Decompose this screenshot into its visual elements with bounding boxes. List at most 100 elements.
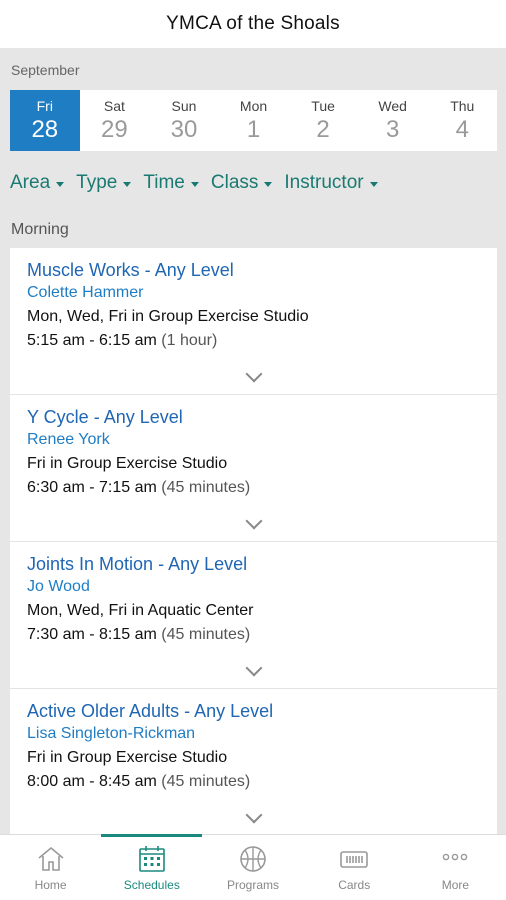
class-title[interactable]: Active Older Adults - Any Level [27,700,480,722]
filter-label: Class [210,172,259,193]
day-sun[interactable]: Sun 30 [149,90,219,151]
class-card[interactable]: Y Cycle - Any Level Renee York Fri in Gr… [10,395,497,542]
in-word: in [50,749,63,766]
day-mon[interactable]: Mon 1 [219,90,289,151]
class-time: 5:15 am - 6:15 am (1 hour) [27,329,480,353]
day-of-week: Fri [36,98,53,114]
filter-label: Time [143,172,185,193]
instructor-link[interactable]: Colette Hammer [27,281,480,305]
caret-down-icon [56,181,65,187]
day-of-week: Thu [450,98,475,114]
day-number: 30 [170,116,198,143]
tab-label: Schedules [123,878,180,892]
filter-area-dropdown[interactable]: Area [10,172,65,194]
class-days: Mon, Wed, Fri [27,602,128,619]
tab-cards[interactable]: Cards [304,835,405,900]
caret-down-icon [123,181,132,187]
class-time: 8:00 am - 8:45 am (45 minutes) [27,770,480,794]
caret-down-icon [264,181,273,187]
tab-label: More [441,878,470,892]
section-heading: Morning [11,221,69,238]
class-days: Fri [27,455,46,472]
month-label: September [11,62,80,78]
day-of-week: Tue [311,98,335,114]
tab-home[interactable]: Home [0,835,101,900]
time-range: 6:30 am - 7:15 am [27,479,157,496]
tab-label: Home [34,878,67,892]
class-location: Fri in Group Exercise Studio [27,746,480,770]
class-card[interactable]: Muscle Works - Any Level Colette Hammer … [10,248,497,395]
day-of-week: Sat [103,98,125,114]
calendar-icon [138,846,165,872]
chevron-down-icon[interactable] [245,512,262,530]
chevron-down-icon[interactable] [245,365,262,383]
instructor-link[interactable]: Renee York [27,428,480,452]
day-number: 29 [101,116,128,143]
more-icon [443,853,468,861]
in-word: in [131,602,145,619]
time-range: 8:00 am - 8:45 am [27,773,157,790]
home-icon [38,846,64,871]
duration: (45 minutes) [161,773,251,790]
class-card[interactable]: Joints In Motion - Any Level Jo Wood Mon… [10,542,497,689]
class-title[interactable]: Y Cycle - Any Level [27,406,480,428]
duration: (45 minutes) [161,479,251,496]
tab-label: Cards [338,878,371,892]
filter-type-dropdown[interactable]: Type [76,172,132,194]
chevron-down-icon[interactable] [245,806,262,824]
class-time: 6:30 am - 7:15 am (45 minutes) [27,476,480,500]
app-header: YMCA of the Shoals [0,0,506,48]
class-title[interactable]: Muscle Works - Any Level [27,259,480,281]
day-of-week: Wed [378,98,407,114]
day-sat[interactable]: Sat 29 [80,90,150,151]
tab-schedules[interactable]: Schedules [101,834,203,900]
class-card[interactable]: Active Older Adults - Any Level Lisa Sin… [10,689,497,834]
filter-time-dropdown[interactable]: Time [143,172,199,194]
tab-programs[interactable]: Programs [202,835,303,900]
class-list: Muscle Works - Any Level Colette Hammer … [10,248,497,834]
class-title[interactable]: Joints In Motion - Any Level [27,553,480,575]
class-time: 7:30 am - 8:15 am (45 minutes) [27,623,480,647]
location-name: Aquatic Center [147,602,254,619]
basketball-icon [240,846,266,872]
caret-down-icon [369,181,378,187]
instructor-link[interactable]: Lisa Singleton-Rickman [27,722,480,746]
filter-instructor-dropdown[interactable]: Instructor [284,172,378,194]
location-name: Group Exercise Studio [67,455,228,472]
class-location: Mon, Wed, Fri in Group Exercise Studio [27,305,480,329]
day-of-week: Sun [171,98,197,114]
instructor-link[interactable]: Jo Wood [27,575,480,599]
bottom-tab-bar: Home Schedules Programs Cards More [0,834,506,900]
caret-down-icon [190,181,199,187]
day-wed[interactable]: Wed 3 [358,90,428,151]
chevron-down-icon[interactable] [245,659,262,677]
day-fri[interactable]: Fri 28 [10,90,80,151]
date-strip: Fri 28 Sat 29 Sun 30 Mon 1 Tue 2 Wed 3 T… [10,90,497,151]
filter-label: Type [76,172,118,193]
day-of-week: Mon [239,98,268,114]
day-number: 4 [455,116,469,143]
class-location: Fri in Group Exercise Studio [27,452,480,476]
day-number: 3 [386,116,400,143]
page-title: YMCA of the Shoals [166,13,340,34]
in-word: in [50,455,63,472]
class-days: Mon, Wed, Fri [27,308,128,325]
filter-label: Area [10,172,51,193]
time-range: 5:15 am - 6:15 am [27,332,157,349]
filter-class-dropdown[interactable]: Class [211,172,273,194]
location-name: Group Exercise Studio [148,308,309,325]
in-word: in [131,308,145,325]
duration: (1 hour) [161,332,218,349]
tab-more[interactable]: More [405,835,506,900]
time-range: 7:30 am - 8:15 am [27,626,157,643]
location-name: Group Exercise Studio [67,749,228,766]
duration: (45 minutes) [161,626,251,643]
card-icon [340,851,369,868]
tab-label: Programs [227,878,280,892]
day-thu[interactable]: Thu 4 [427,90,497,151]
filter-label: Instructor [284,172,364,193]
day-tue[interactable]: Tue 2 [288,90,358,151]
class-days: Fri [27,749,46,766]
filter-bar: Area Type Time Class Instructor [10,172,378,194]
day-number: 2 [316,116,330,143]
